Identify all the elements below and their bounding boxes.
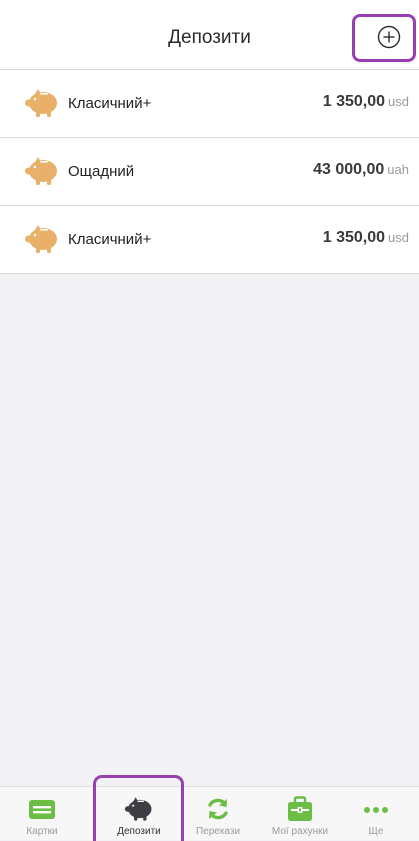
piggy-bank-icon bbox=[124, 797, 152, 821]
deposit-currency: usd bbox=[388, 94, 409, 109]
piggy-bank-icon bbox=[25, 89, 57, 117]
tab-label: Депозити bbox=[117, 826, 161, 837]
deposit-currency: uah bbox=[387, 162, 409, 177]
deposit-amount: 1 350,00 usd bbox=[323, 93, 409, 111]
piggy-bank-icon bbox=[25, 225, 57, 253]
deposit-amount-value: 1 350,00 bbox=[322, 229, 386, 246]
more-dots-icon bbox=[364, 807, 388, 813]
deposit-amount-value: 43 000,00 bbox=[313, 161, 385, 178]
deposit-amount-value: 1 350,00 bbox=[322, 93, 386, 110]
deposit-currency: usd bbox=[388, 230, 409, 245]
tab-bar: Картки Депозити Перекази Мої рахунки Ще bbox=[0, 786, 419, 840]
piggy-bank-icon bbox=[25, 157, 57, 185]
deposit-name: Ощадний bbox=[68, 163, 135, 180]
tab-label: Мої рахунки bbox=[271, 826, 329, 837]
tab-label: Картки bbox=[26, 826, 58, 837]
tab-label: Ще bbox=[368, 826, 384, 837]
deposit-amount: 43 000,00 uah bbox=[313, 161, 409, 179]
deposit-name: Класичний+ bbox=[68, 95, 152, 112]
briefcase-icon bbox=[288, 796, 312, 821]
tab-cards[interactable]: Картки bbox=[12, 787, 72, 841]
deposit-amount: 1 350,00 usd bbox=[323, 229, 409, 247]
tab-transfers[interactable]: Перекази bbox=[186, 787, 250, 841]
deposit-list: Класичний+ 1 350,00 usd Ощадний 43 000,00… bbox=[0, 70, 419, 274]
tab-label: Перекази bbox=[195, 826, 241, 837]
card-icon bbox=[29, 800, 55, 819]
deposit-name: Класичний+ bbox=[68, 231, 152, 248]
deposit-row[interactable]: Ощадний 43 000,00 uah bbox=[0, 138, 419, 206]
transfer-arrows-icon bbox=[208, 798, 228, 820]
deposit-row[interactable]: Класичний+ 1 350,00 usd bbox=[0, 70, 419, 138]
plus-circle-icon[interactable] bbox=[377, 25, 401, 49]
deposit-row[interactable]: Класичний+ 1 350,00 usd bbox=[0, 206, 419, 274]
tab-more[interactable]: Ще bbox=[352, 787, 400, 841]
tab-my-accounts[interactable]: Мої рахунки bbox=[262, 787, 338, 841]
header: Депозити bbox=[0, 0, 419, 70]
tab-deposits[interactable]: Депозити bbox=[100, 787, 178, 841]
